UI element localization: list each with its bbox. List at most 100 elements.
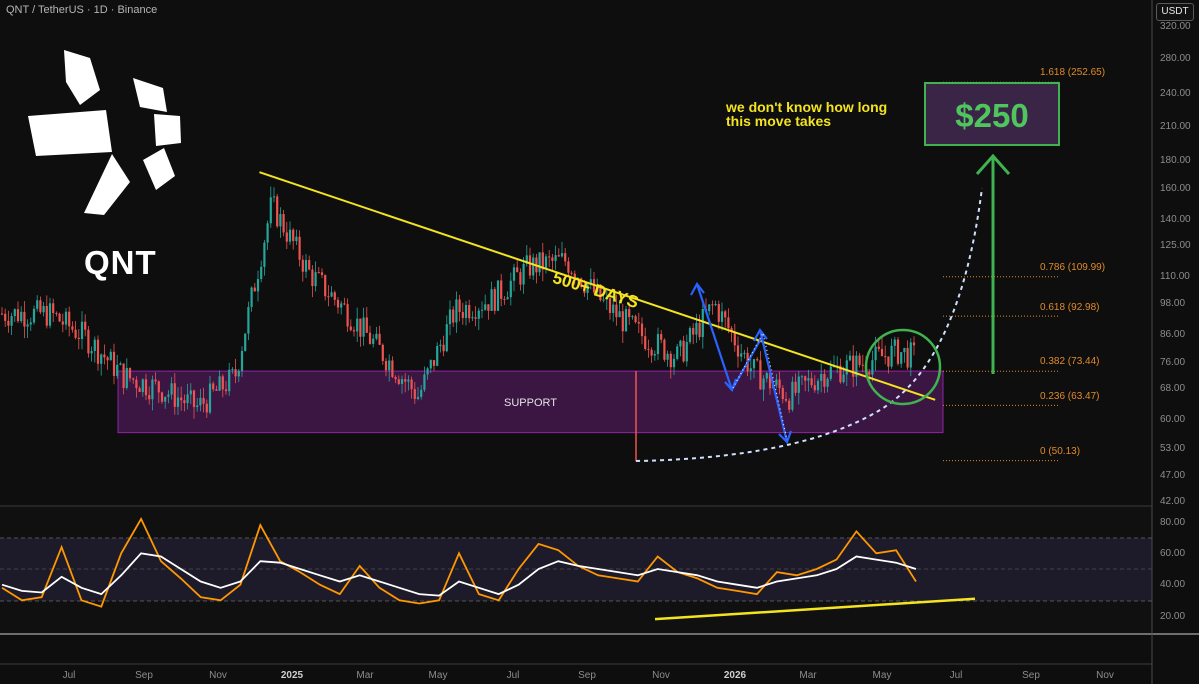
candle-body (327, 296, 330, 298)
candle-body (624, 309, 628, 332)
logo-blade (28, 110, 112, 156)
ticker-label: QNT (84, 244, 157, 281)
candle-body (445, 324, 448, 352)
candle-body (468, 304, 471, 319)
candle-body (215, 389, 218, 391)
candle-body (167, 394, 170, 397)
candle-body (375, 333, 378, 339)
candle-body (93, 339, 96, 352)
candle-body (112, 351, 116, 376)
candle-body (151, 379, 154, 400)
candle-body (119, 363, 122, 365)
candle-body (221, 376, 224, 390)
candle-body (4, 313, 7, 321)
candle-body (461, 311, 464, 318)
candle-body (68, 311, 71, 327)
price-axis-tick: 320.00 (1160, 21, 1191, 32)
annotation-note: we don't know how long this move takes (726, 100, 887, 128)
candle-body (756, 359, 759, 361)
candle-body (701, 309, 704, 338)
candle-body (84, 321, 87, 330)
candle-body (87, 329, 90, 354)
candle-body (621, 311, 624, 332)
candle-body (519, 272, 522, 285)
candle-body (778, 379, 781, 388)
candle-body (320, 272, 324, 276)
candle-body (765, 372, 768, 379)
candle-body (554, 255, 557, 261)
time-axis-tick: Nov (209, 670, 227, 681)
candle-body (10, 316, 13, 326)
fib-level-label: 0.382 (73.44) (1040, 356, 1100, 367)
candle-body (647, 348, 650, 350)
candle-body (192, 390, 196, 408)
candle-body (170, 383, 173, 395)
fib-level-label: 0.786 (109.99) (1040, 262, 1106, 273)
fib-level-label: 0.618 (92.98) (1040, 302, 1100, 313)
candle-body (144, 379, 148, 396)
candle-body (688, 328, 692, 343)
candle-body (656, 334, 660, 355)
candle-body (868, 372, 871, 375)
candle-body (269, 197, 272, 224)
candle-body (240, 350, 244, 371)
candle-body (640, 323, 644, 337)
candle-body (429, 360, 432, 369)
candle-body (788, 400, 791, 410)
candle-body (164, 396, 167, 402)
candle-body (660, 334, 663, 340)
candle-body (877, 346, 880, 350)
candle-body (676, 346, 679, 359)
candle-body (564, 253, 567, 262)
candle-body (13, 309, 16, 317)
candle-body (506, 297, 509, 300)
candle-body (826, 378, 829, 387)
candle-body (26, 324, 29, 327)
candle-body (426, 368, 429, 375)
candle-body (96, 339, 100, 364)
candle-body (813, 385, 816, 391)
candle-body (333, 292, 336, 300)
candle-body (711, 304, 714, 306)
fib-level-label: 0 (50.13) (1040, 446, 1081, 457)
candle-body (874, 346, 877, 361)
candle-body (477, 310, 480, 319)
candle-body (279, 214, 282, 227)
candle-body (490, 289, 493, 311)
time-axis-tick: Nov (652, 670, 670, 681)
candle-body (228, 369, 231, 392)
candle-body (272, 196, 276, 198)
candle-body (106, 357, 109, 361)
candle-body (749, 368, 752, 372)
candle-body (775, 379, 778, 385)
candle-body (45, 306, 48, 326)
candle-body (634, 316, 637, 323)
candle-body (532, 257, 535, 276)
rsi-axis-tick: 60.00 (1160, 548, 1186, 559)
candle-body (132, 378, 135, 380)
candle-body (16, 309, 20, 322)
candle-body (186, 394, 189, 404)
candle-body (288, 229, 292, 242)
candle-body (180, 397, 183, 401)
annotation-note-line1: we don't know how long (726, 99, 888, 115)
candle-body (442, 344, 445, 352)
candle-body (80, 321, 84, 339)
candle-body (797, 376, 800, 393)
candle-body (663, 339, 666, 360)
candle-body (196, 405, 199, 408)
candle-body (887, 356, 890, 367)
time-axis-tick: Jul (506, 670, 520, 681)
candle-body (384, 360, 388, 371)
candle-body (893, 339, 896, 346)
candle-body (736, 345, 740, 357)
candle-body (381, 344, 384, 361)
candle-body (618, 311, 621, 318)
fib-level-label: 0.236 (63.47) (1040, 391, 1100, 402)
candle-body (439, 344, 442, 346)
currency-badge[interactable]: USDT (1156, 3, 1194, 21)
chart-stage: QNT / TetherUS · 1D · Binance USDT QNT w… (0, 0, 1199, 684)
candle-body (365, 317, 368, 333)
candle-body (484, 304, 487, 310)
candle-body (397, 379, 400, 384)
